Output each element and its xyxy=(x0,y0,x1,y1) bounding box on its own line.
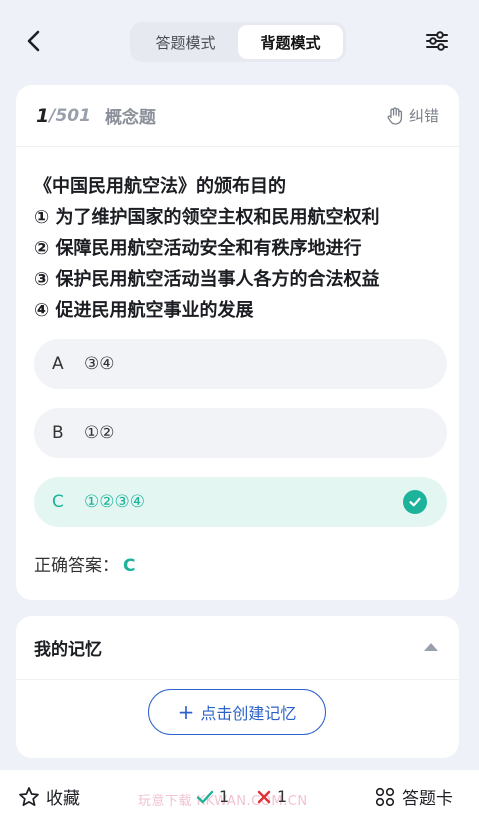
plus-icon: + xyxy=(177,700,195,724)
sliders-icon xyxy=(426,31,448,51)
question-header: 1 /501 概念题 纠错 xyxy=(16,85,459,147)
question-type: 概念题 xyxy=(104,108,156,128)
correct-check-icon xyxy=(403,490,427,514)
wrong-count: 1 xyxy=(256,787,287,806)
wrong-count-value: 1 xyxy=(277,787,288,806)
correct-answer: 正确答案： C xyxy=(34,551,135,576)
correct-count-value: 1 xyxy=(219,787,230,806)
correct-count: 1 xyxy=(196,787,229,806)
option-a[interactable]: A ③④ xyxy=(34,339,447,389)
question-current-number: 1 xyxy=(36,104,50,127)
option-text: ③④ xyxy=(84,354,115,374)
option-letter: C xyxy=(52,492,64,512)
settings-button[interactable] xyxy=(424,28,450,54)
question-stem: 《中国民用航空法》的颁布目的 ① 为了维护国家的领空主权和民用航空权利 ② 保障… xyxy=(34,171,454,326)
option-c[interactable]: C ①②③④ xyxy=(34,477,447,527)
check-icon xyxy=(196,790,214,803)
question-line: ③ 保护民用航空活动当事人各方的合法权益 xyxy=(34,269,380,290)
memory-header[interactable]: 我的记忆 xyxy=(16,616,459,680)
grid-icon xyxy=(375,787,395,806)
option-text: ①② xyxy=(84,423,115,443)
bottom-bar: 收藏 玩意下载 KKWAN.COM.CN 1 1 答题卡 xyxy=(0,770,479,822)
correct-answer-label: 正确答案： xyxy=(34,556,119,576)
create-memory-button[interactable]: + 点击创建记忆 xyxy=(148,689,326,735)
create-memory-label: 点击创建记忆 xyxy=(200,704,297,723)
question-total: /501 xyxy=(49,105,91,126)
question-line: 《中国民用航空法》的颁布目的 xyxy=(34,176,286,197)
question-line: ④ 促进民用航空事业的发展 xyxy=(34,300,254,321)
back-button[interactable] xyxy=(20,26,46,56)
option-letter: B xyxy=(52,423,64,443)
option-letter: A xyxy=(52,354,64,374)
option-b[interactable]: B ①② xyxy=(34,408,447,458)
tab-answer-mode[interactable]: 答题模式 xyxy=(133,25,238,59)
answer-card-label: 答题卡 xyxy=(402,789,453,809)
report-error-label: 纠错 xyxy=(408,107,439,125)
chevron-left-icon xyxy=(27,30,40,52)
star-icon xyxy=(19,786,39,806)
question-line: ① 为了维护国家的领空主权和民用航空权利 xyxy=(34,207,380,228)
favorite-button[interactable]: 收藏 xyxy=(18,784,80,809)
triangle-up-icon[interactable] xyxy=(423,642,439,652)
memory-card: 我的记忆 + 点击创建记忆 xyxy=(16,616,459,758)
cross-icon xyxy=(257,790,271,803)
report-error-button[interactable]: 纠错 xyxy=(387,105,439,126)
option-text: ①②③④ xyxy=(84,492,145,512)
question-card: 1 /501 概念题 纠错 《中国民用航空法》的颁布目的 ① 为了维护国家的领空… xyxy=(16,85,459,600)
favorite-label: 收藏 xyxy=(46,789,80,809)
memory-title: 我的记忆 xyxy=(34,640,102,660)
tab-recite-mode[interactable]: 背题模式 xyxy=(238,25,343,59)
mode-switch: 答题模式 背题模式 xyxy=(130,22,346,62)
answer-card-button[interactable]: 答题卡 xyxy=(375,784,453,809)
correct-answer-value: C xyxy=(123,556,136,576)
top-bar: 答题模式 背题模式 xyxy=(0,0,479,84)
question-line: ② 保障民用航空活动安全和有秩序地进行 xyxy=(34,238,362,259)
hand-icon xyxy=(387,106,403,125)
